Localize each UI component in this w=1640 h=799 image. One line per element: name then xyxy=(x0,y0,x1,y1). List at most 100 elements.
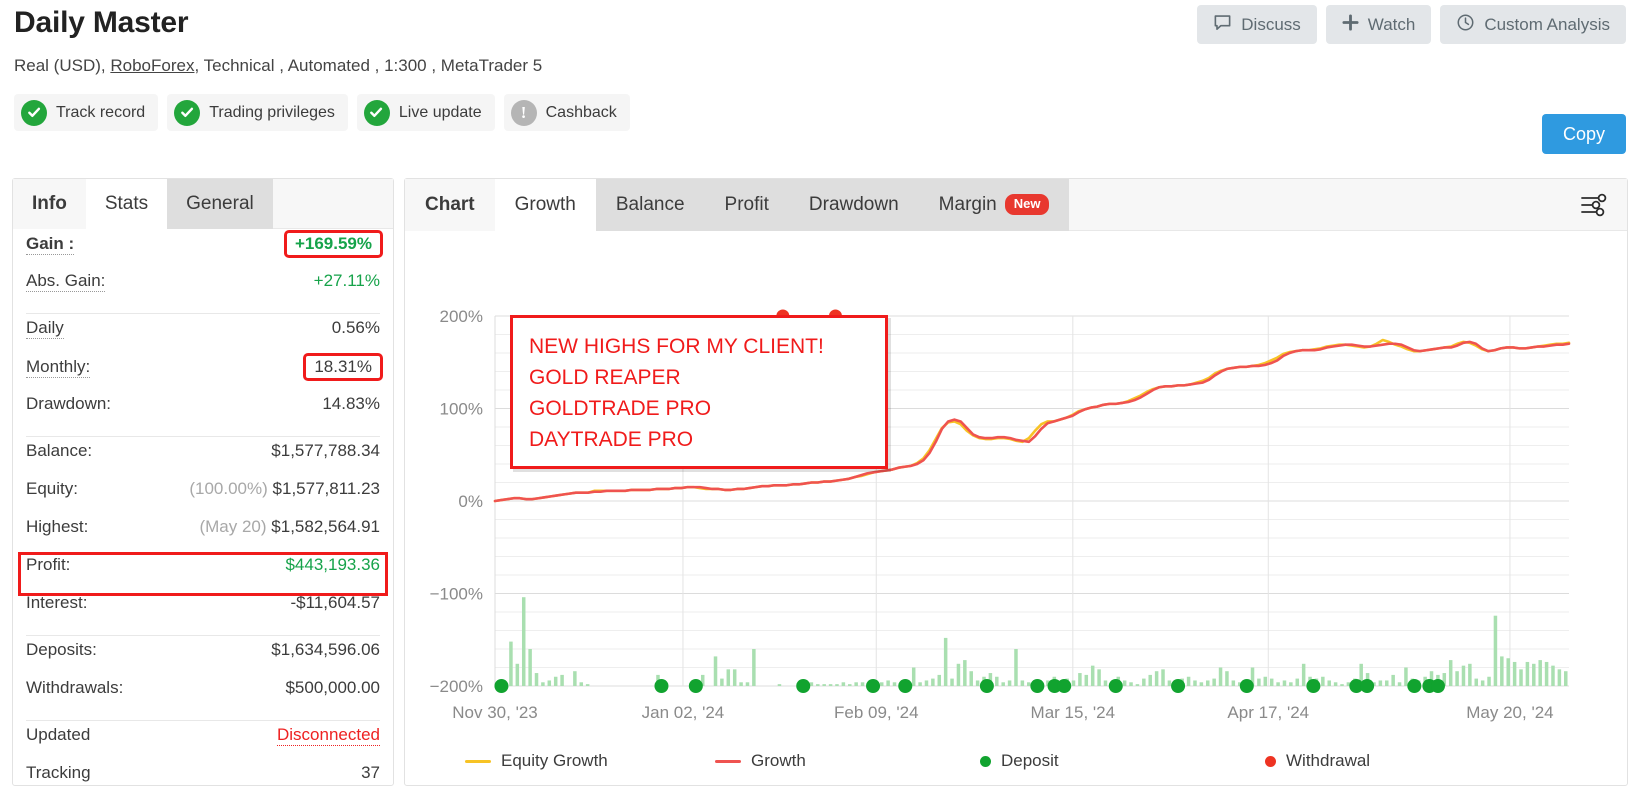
annotation-line-3: GOLDTRADE PRO xyxy=(529,394,885,425)
legend-label: Withdrawal xyxy=(1286,751,1370,771)
highest-date: (May 20) xyxy=(199,517,266,536)
annotation-line-4: DAYTRADE PRO xyxy=(529,425,885,456)
stat-label: Gain : xyxy=(26,234,74,255)
stats-tab-general[interactable]: General xyxy=(167,179,273,229)
stats-tab-stats[interactable]: Stats xyxy=(86,179,167,229)
stat-value-profit: $443,193.36 xyxy=(285,555,380,575)
divider xyxy=(26,635,380,636)
stats-card: Info Stats General Gain : +169.59% Abs. … xyxy=(12,178,394,786)
stat-value-interest: -$11,604.57 xyxy=(291,593,380,613)
svg-text:−200%: −200% xyxy=(430,677,483,696)
check-circle-icon xyxy=(174,100,200,126)
stat-label: Withdrawals: xyxy=(26,678,123,698)
watch-button[interactable]: Watch xyxy=(1326,5,1432,44)
legend-item-equity-growth[interactable]: Equity Growth xyxy=(465,751,715,771)
badge-cashback[interactable]: ! Cashback xyxy=(504,94,630,131)
stat-label: Updated xyxy=(26,725,90,745)
annotation-box: NEW HIGHS FOR MY CLIENT! GOLD REAPER GOL… xyxy=(510,315,888,469)
stat-value-balance: $1,577,788.34 xyxy=(271,441,380,461)
legend-item-growth[interactable]: Growth xyxy=(715,751,980,771)
stat-label: Abs. Gain: xyxy=(26,271,105,292)
stat-value-daily: 0.56% xyxy=(332,318,380,338)
exclamation-circle-icon: ! xyxy=(511,100,537,126)
stat-value-deposits: $1,634,596.06 xyxy=(271,640,380,660)
highest-amount: $1,582,564.91 xyxy=(271,517,380,536)
stat-row-abs-gain: Abs. Gain: +27.11% xyxy=(26,271,380,309)
stat-row-balance: Balance: $1,577,788.34 xyxy=(26,441,380,479)
badge-label: Live update xyxy=(399,104,482,122)
broker-link[interactable]: RoboForex xyxy=(110,56,194,75)
stat-row-deposits: Deposits: $1,634,596.06 xyxy=(26,640,380,678)
check-circle-icon xyxy=(364,100,390,126)
badge-live-update[interactable]: Live update xyxy=(357,94,495,131)
chart-tab-margin[interactable]: Margin New xyxy=(919,179,1070,231)
stat-value-gain: +169.59% xyxy=(287,233,380,255)
legend-label: Growth xyxy=(751,751,806,771)
chart-tab-growth[interactable]: Growth xyxy=(495,179,596,231)
chart-tab-balance[interactable]: Balance xyxy=(596,179,705,231)
clock-icon xyxy=(1456,13,1475,37)
stats-tabs: Info Stats General xyxy=(13,179,393,229)
stat-label: Tracking xyxy=(26,763,91,783)
stat-row-updated: Updated Disconnected xyxy=(26,725,380,763)
growth-chart: 200%100%0%−100%−200%Nov 30, '23Jan 02, '… xyxy=(405,231,1629,787)
badge-trading-privileges[interactable]: Trading privileges xyxy=(167,94,348,131)
chart-tab-chart: Chart xyxy=(405,179,495,231)
sliders-icon[interactable] xyxy=(1579,192,1609,223)
stat-label: Profit: xyxy=(26,555,70,575)
discuss-button[interactable]: Discuss xyxy=(1197,5,1317,44)
legend-dot-icon xyxy=(980,756,991,767)
comment-icon xyxy=(1213,13,1232,37)
svg-text:Apr 17, '24: Apr 17, '24 xyxy=(1227,703,1309,722)
stat-label: Equity: xyxy=(26,479,78,499)
copy-button[interactable]: Copy xyxy=(1542,114,1626,154)
stat-row-daily: Daily 0.56% xyxy=(26,318,380,356)
legend-dot-icon xyxy=(1265,756,1276,767)
verification-badges: Track record Trading privileges Live upd… xyxy=(14,94,1626,131)
custom-analysis-label: Custom Analysis xyxy=(1484,15,1610,35)
chart-card: Chart Growth Balance Profit Drawdown Mar… xyxy=(404,178,1628,786)
stat-row-gain: Gain : +169.59% xyxy=(26,233,380,271)
divider xyxy=(26,436,380,437)
badge-label: Track record xyxy=(56,104,145,122)
header-actions: Discuss Watch Custom Analysis xyxy=(1197,5,1626,44)
custom-analysis-button[interactable]: Custom Analysis xyxy=(1440,5,1626,44)
stat-label: Balance: xyxy=(26,441,92,461)
chart-tab-drawdown[interactable]: Drawdown xyxy=(789,179,919,231)
svg-text:Mar 15, '24: Mar 15, '24 xyxy=(1031,703,1116,722)
badge-label: Trading privileges xyxy=(209,104,335,122)
stat-label: Drawdown: xyxy=(26,394,111,414)
new-badge: New xyxy=(1005,194,1050,214)
svg-text:0%: 0% xyxy=(458,492,483,511)
legend-label: Equity Growth xyxy=(501,751,608,771)
legend-item-withdrawal[interactable]: Withdrawal xyxy=(1265,751,1370,771)
stat-row-tracking: Tracking 37 xyxy=(26,763,380,799)
annotation-line-1: NEW HIGHS FOR MY CLIENT! xyxy=(529,332,885,363)
legend-item-deposit[interactable]: Deposit xyxy=(980,751,1265,771)
check-circle-icon xyxy=(21,100,47,126)
chart-legend: Equity Growth Growth Deposit Withdrawal xyxy=(465,751,1370,771)
stat-label: Highest: xyxy=(26,517,88,537)
annotation-line-2: GOLD REAPER xyxy=(529,363,885,394)
stat-value-highest: (May 20) $1,582,564.91 xyxy=(199,517,380,537)
svg-text:100%: 100% xyxy=(440,400,483,419)
stats-tab-info: Info xyxy=(13,179,86,229)
watch-label: Watch xyxy=(1368,15,1416,35)
stat-row-profit: Profit: $443,193.36 xyxy=(21,555,385,593)
stat-row-withdrawals: Withdrawals: $500,000.00 xyxy=(26,678,380,716)
svg-text:May 20, '24: May 20, '24 xyxy=(1466,703,1553,722)
divider xyxy=(26,313,380,314)
legend-label: Deposit xyxy=(1001,751,1059,771)
stats-rows: Gain : +169.59% Abs. Gain: +27.11% Daily… xyxy=(13,233,393,799)
chart-tab-profit[interactable]: Profit xyxy=(705,179,789,231)
badge-label: Cashback xyxy=(546,104,617,122)
equity-percent: (100.00%) xyxy=(189,479,267,498)
stat-label: Daily xyxy=(26,318,64,339)
account-type: Real (USD), xyxy=(14,56,106,75)
stat-value-withdrawals: $500,000.00 xyxy=(285,678,380,698)
legend-line-icon xyxy=(715,760,741,763)
equity-amount: $1,577,811.23 xyxy=(273,479,380,498)
badge-track-record[interactable]: Track record xyxy=(14,94,158,131)
stat-row-monthly: Monthly: 18.31% xyxy=(26,356,380,394)
stat-label: Interest: xyxy=(26,593,87,613)
